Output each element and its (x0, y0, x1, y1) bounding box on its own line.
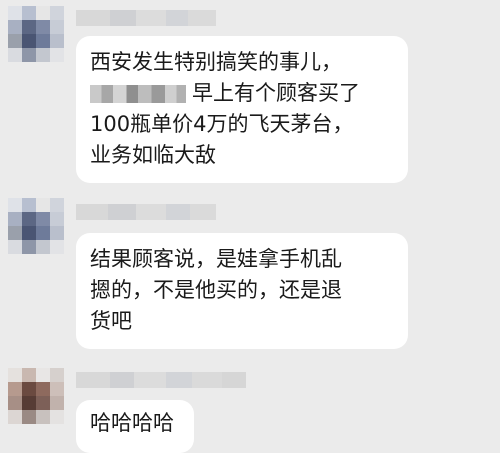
message-bubble[interactable]: 哈哈哈哈 (76, 400, 194, 453)
message-line: 100瓶单价4万的飞天茅台， (90, 112, 354, 136)
avatar[interactable] (8, 368, 64, 424)
message-line: 早上有个顾客买了 (192, 81, 360, 105)
message-line: 业务如临大敌 (90, 143, 216, 167)
avatar[interactable] (8, 6, 64, 62)
avatar[interactable] (8, 198, 64, 254)
message-bubble[interactable]: 结果顾客说，是娃拿手机乱 摁的，不是他买的，还是退 货吧 (76, 233, 408, 349)
sender-name-blurred (76, 10, 216, 26)
message-line: 摁的，不是他买的，还是退 (90, 278, 342, 302)
message-line: 货吧 (90, 309, 132, 333)
message-line: 哈哈哈哈 (90, 411, 174, 435)
message-bubble[interactable]: 西安发生特别搞笑的事儿， 早上有个顾客买了 100瓶单价4万的飞天茅台， 业务如… (76, 36, 408, 183)
redacted-text-mosaic (90, 85, 186, 103)
chat-thread: 西安发生特别搞笑的事儿， 早上有个顾客买了 100瓶单价4万的飞天茅台， 业务如… (0, 0, 500, 453)
sender-name-blurred (76, 372, 246, 388)
message-line: 结果顾客说，是娃拿手机乱 (90, 247, 342, 271)
message-line: 西安发生特别搞笑的事儿， (90, 50, 342, 74)
sender-name-blurred (76, 204, 216, 220)
